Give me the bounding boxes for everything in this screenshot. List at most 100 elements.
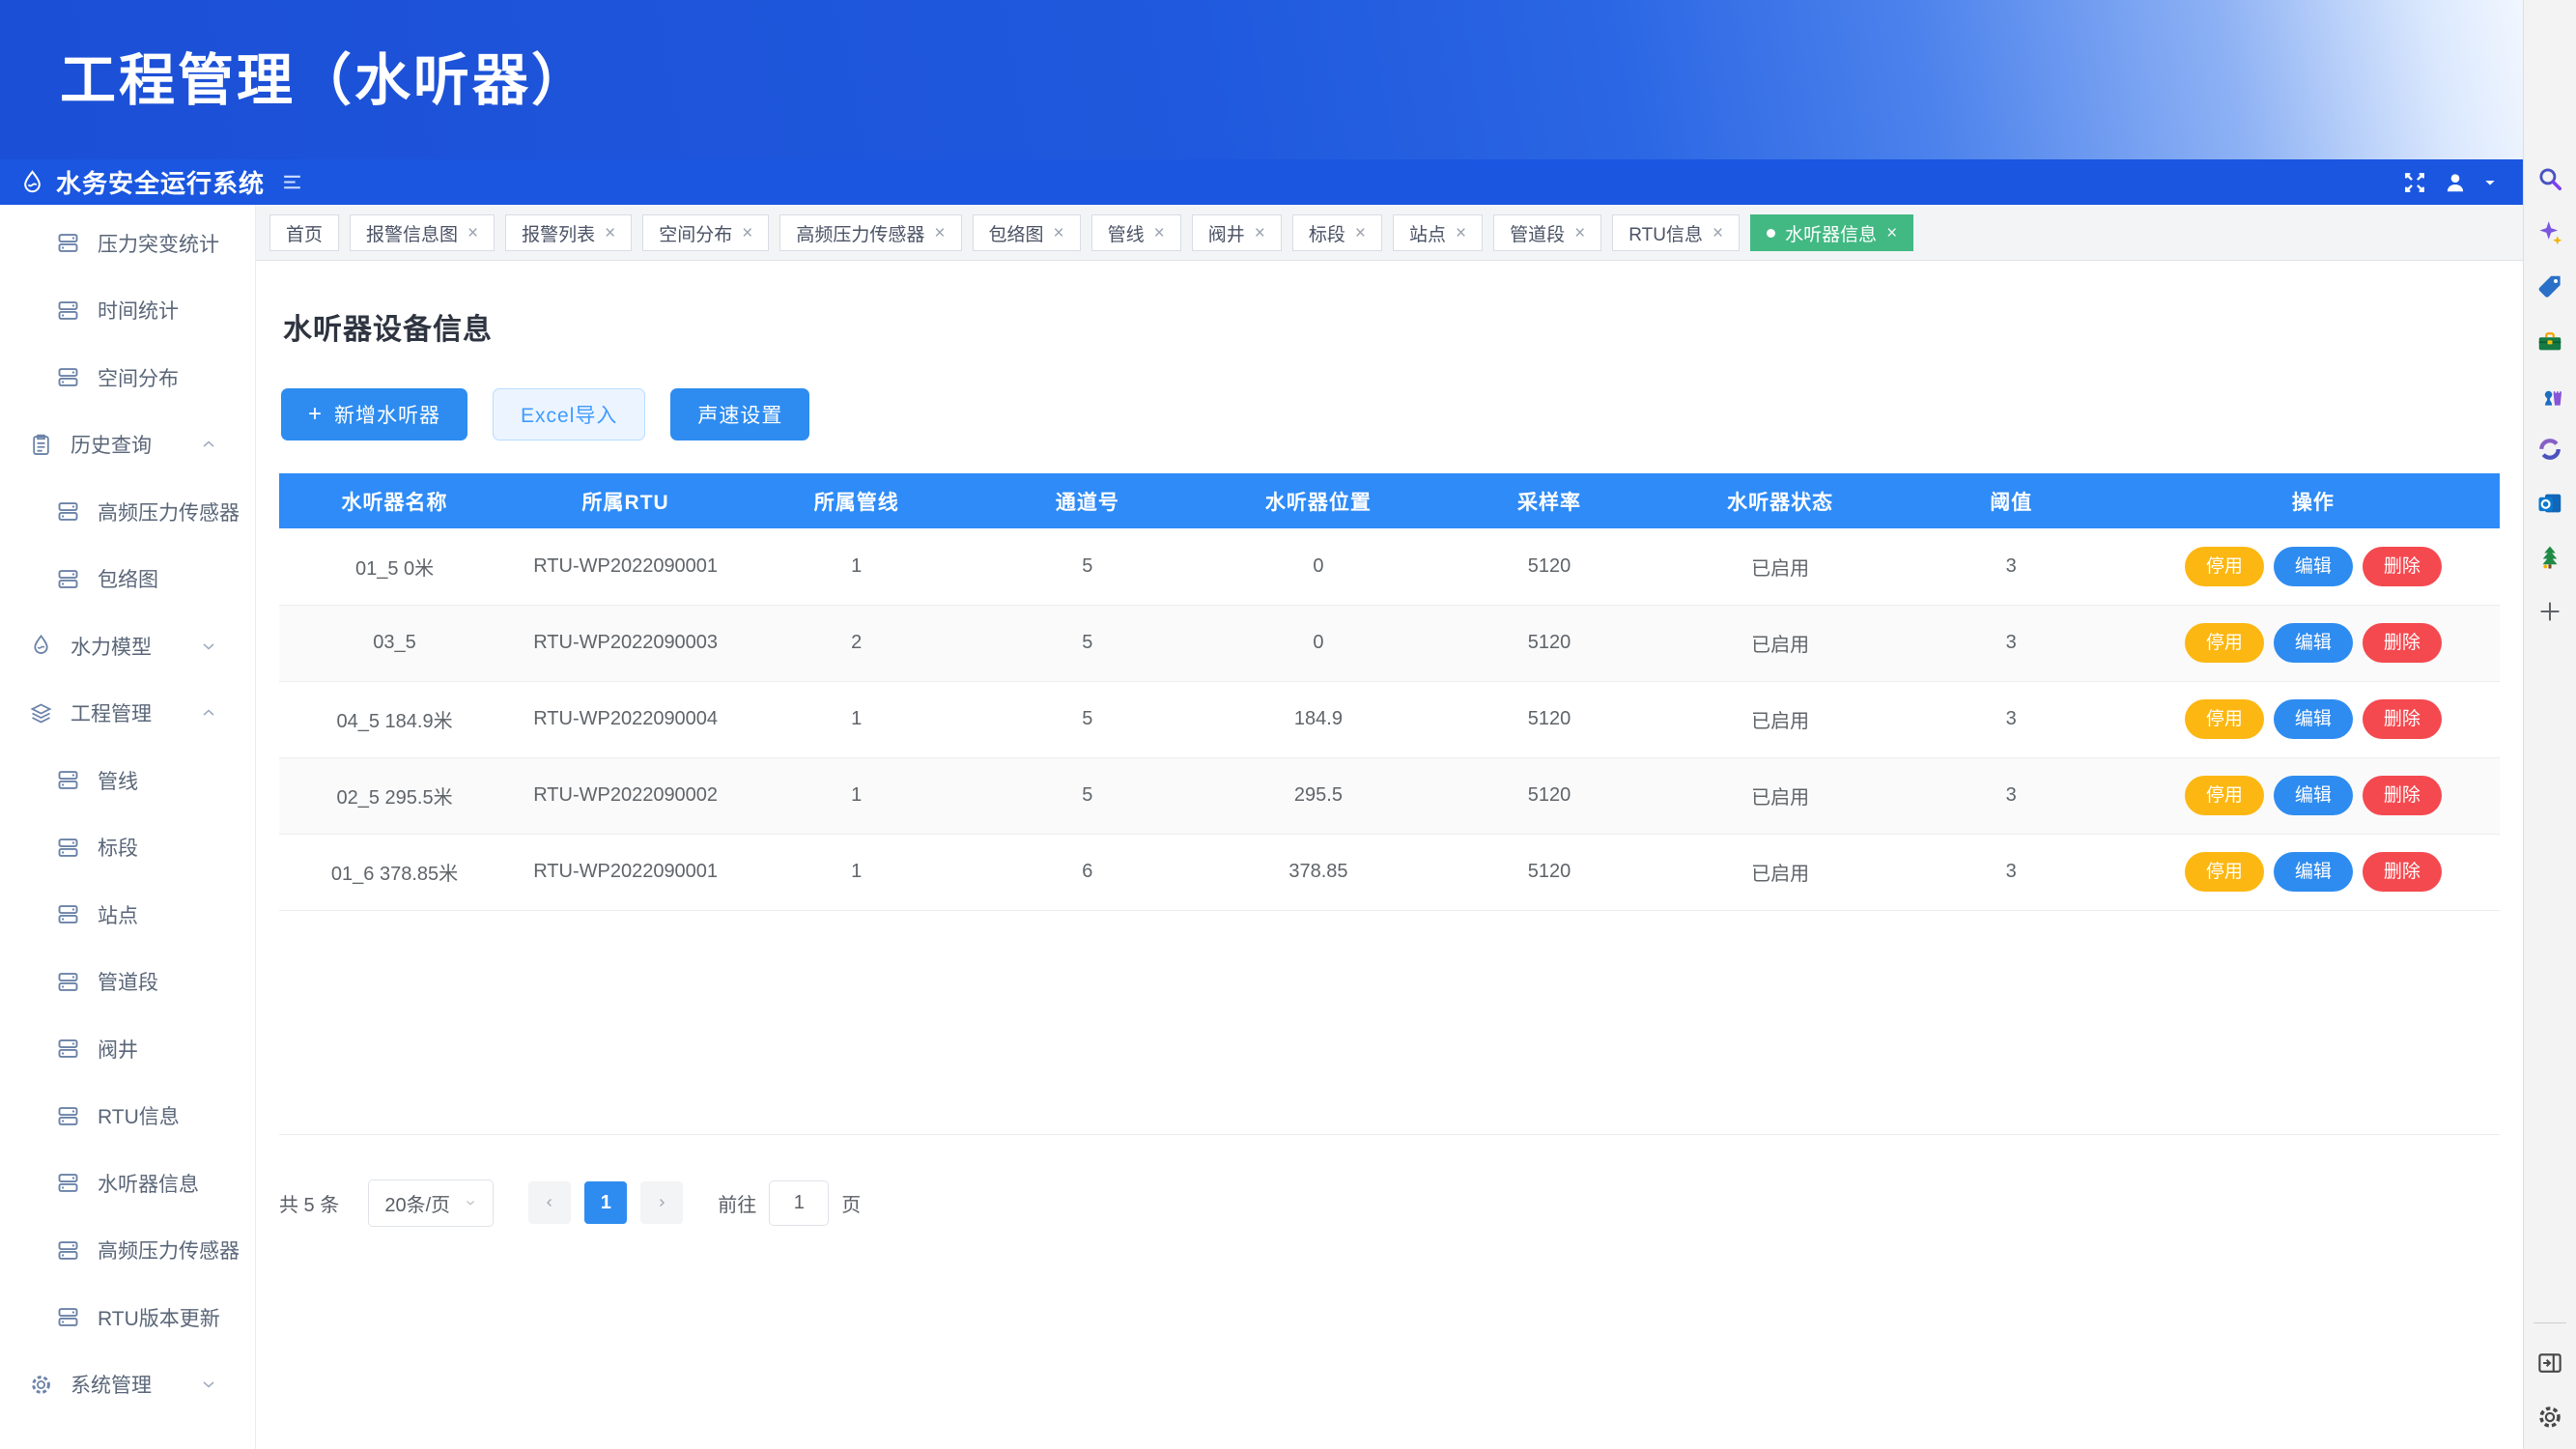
- shopping-tag-icon[interactable]: [2535, 272, 2564, 301]
- sidebar-group-hydraulic-model[interactable]: 水力模型: [0, 612, 255, 680]
- table-cell: 378.85: [1203, 834, 1433, 910]
- menu-collapse-icon[interactable]: [280, 170, 304, 194]
- close-icon[interactable]: ×: [1713, 224, 1723, 242]
- tab-valve-well[interactable]: 阀井 ×: [1192, 214, 1282, 251]
- add-hydrophone-button[interactable]: +新增水听器: [281, 388, 467, 440]
- sidebar-item-pipe-segment[interactable]: 管道段: [0, 949, 255, 1016]
- close-icon[interactable]: ×: [1255, 224, 1265, 242]
- copilot-sparkle-icon[interactable]: [2535, 218, 2564, 247]
- tab-alarm-list[interactable]: 报警列表×: [505, 214, 632, 251]
- tab-section[interactable]: 标段×: [1292, 214, 1382, 251]
- tab-alarm-info-map[interactable]: 报警信息图×: [350, 214, 495, 251]
- banner-title: 工程管理（水听器）: [0, 0, 2523, 116]
- goto-label: 前往: [718, 1189, 756, 1217]
- close-icon[interactable]: ×: [1154, 224, 1165, 242]
- sidebar-group-system-management[interactable]: 系统管理: [0, 1351, 255, 1419]
- tab-label: 阀井: [1208, 220, 1245, 246]
- goto-page-input[interactable]: [769, 1180, 829, 1226]
- sidebar-item-valve-well[interactable]: 阀井: [0, 1015, 255, 1083]
- close-icon[interactable]: ×: [1054, 224, 1064, 242]
- sound-speed-settings-button[interactable]: 声速设置: [670, 388, 809, 440]
- close-icon[interactable]: ×: [467, 224, 478, 242]
- tree-icon[interactable]: [2535, 543, 2564, 572]
- page-number-button[interactable]: 1: [584, 1181, 627, 1224]
- sidebar-item-hf-pressure-sensor[interactable]: 高频压力传感器: [0, 1217, 255, 1285]
- table-cell: RTU-WP2022090001: [510, 834, 741, 910]
- edit-button[interactable]: 编辑: [2274, 699, 2353, 739]
- toolbox-icon[interactable]: [2535, 327, 2564, 355]
- sidebar-item-time-stats[interactable]: 时间统计: [0, 277, 255, 345]
- edit-button[interactable]: 编辑: [2274, 852, 2353, 892]
- table-cell: 3: [1896, 605, 2127, 681]
- sidebar-group-history-query[interactable]: 历史查询: [0, 412, 255, 479]
- close-icon[interactable]: ×: [1456, 224, 1466, 242]
- settings-gear-icon[interactable]: [2535, 1403, 2564, 1432]
- close-icon[interactable]: ×: [1355, 224, 1366, 242]
- table-cell: RTU-WP2022090003: [510, 605, 741, 681]
- delete-button[interactable]: 删除: [2363, 776, 2442, 815]
- fullscreen-icon[interactable]: [2401, 169, 2428, 196]
- tab-pipeline[interactable]: 管线×: [1091, 214, 1181, 251]
- games-icon[interactable]: [2535, 381, 2564, 410]
- sidebar-group-engineering-management[interactable]: 工程管理: [0, 680, 255, 748]
- table-cell: 1: [741, 528, 972, 605]
- sidebar-item-rtu-version-update[interactable]: RTU版本更新: [0, 1284, 255, 1351]
- sidebar-item-section[interactable]: 标段: [0, 814, 255, 882]
- outlook-icon[interactable]: [2535, 489, 2564, 518]
- sidebar-item-pipeline[interactable]: 管线: [0, 747, 255, 814]
- tab-rtu-info[interactable]: RTU信息×: [1612, 214, 1740, 251]
- table-actions-cell: 停用编辑删除: [2127, 528, 2500, 605]
- tab-hf-pressure-sensor[interactable]: 高频压力传感器×: [779, 214, 961, 251]
- delete-button[interactable]: 删除: [2363, 699, 2442, 739]
- user-avatar-icon[interactable]: [2443, 170, 2468, 195]
- tab-station[interactable]: 站点×: [1393, 214, 1483, 251]
- col-status: 水听器状态: [1665, 473, 1896, 528]
- prev-page-button[interactable]: [528, 1181, 571, 1224]
- sidebar-item-envelope-diagram[interactable]: 包络图: [0, 546, 255, 613]
- plus-icon: +: [308, 401, 323, 428]
- page-size-select[interactable]: 20条/页: [368, 1179, 494, 1227]
- disable-button[interactable]: 停用: [2185, 699, 2264, 739]
- close-icon[interactable]: ×: [605, 224, 615, 242]
- disable-button[interactable]: 停用: [2185, 547, 2264, 586]
- sidebar-item-spatial-distribution[interactable]: 空间分布: [0, 344, 255, 412]
- microsoft-365-icon[interactable]: [2535, 435, 2564, 464]
- close-icon[interactable]: ×: [742, 224, 752, 242]
- tab-pipe-segment[interactable]: 管道段×: [1493, 214, 1601, 251]
- app-column: 工程管理（水听器） 水务安全运行系统: [0, 0, 2523, 1449]
- close-icon[interactable]: ×: [934, 224, 945, 242]
- sidebar-item-hf-pressure-sensor-history[interactable]: 高频压力传感器: [0, 478, 255, 546]
- excel-import-button[interactable]: Excel导入: [493, 388, 645, 440]
- tab-home[interactable]: 首页: [269, 214, 339, 251]
- table-cell: 03_5: [279, 605, 510, 681]
- close-icon[interactable]: ×: [1574, 224, 1585, 242]
- tab-hydrophone-info-active[interactable]: 水听器信息×: [1750, 214, 1913, 251]
- disable-button[interactable]: 停用: [2185, 776, 2264, 815]
- sidebar-item-label: 管道段: [98, 967, 158, 996]
- chevron-down-icon[interactable]: [2482, 175, 2498, 190]
- table-row: 01_6 378.85米 RTU-WP2022090001 1 6 378.85…: [279, 834, 2500, 910]
- tab-envelope-diagram[interactable]: 包络图×: [973, 214, 1081, 251]
- content-area: 水听器设备信息 +新增水听器 Excel导入 声速设置 水听器名称: [256, 261, 2523, 1449]
- add-icon[interactable]: [2535, 597, 2564, 626]
- sidebar-item-station[interactable]: 站点: [0, 881, 255, 949]
- disable-button[interactable]: 停用: [2185, 623, 2264, 663]
- table-cell: 5: [972, 681, 1203, 757]
- tab-spatial-distribution[interactable]: 空间分布×: [642, 214, 769, 251]
- sidebar-item-rtu-info[interactable]: RTU信息: [0, 1083, 255, 1151]
- edit-button[interactable]: 编辑: [2274, 776, 2353, 815]
- sidebar-item-hydrophone-info[interactable]: 水听器信息: [0, 1150, 255, 1217]
- search-icon[interactable]: [2535, 164, 2564, 193]
- sidebar-item-label: 阀井: [98, 1035, 138, 1064]
- next-page-button[interactable]: [640, 1181, 683, 1224]
- table-cell: 已启用: [1665, 528, 1896, 605]
- sidebar-item-pressure-mutation-stats[interactable]: 压力突变统计: [0, 210, 255, 277]
- edit-button[interactable]: 编辑: [2274, 547, 2353, 586]
- delete-button[interactable]: 删除: [2363, 623, 2442, 663]
- delete-button[interactable]: 删除: [2363, 547, 2442, 586]
- delete-button[interactable]: 删除: [2363, 852, 2442, 892]
- edit-button[interactable]: 编辑: [2274, 623, 2353, 663]
- close-icon[interactable]: ×: [1886, 224, 1897, 242]
- open-sidebar-icon[interactable]: [2535, 1349, 2564, 1378]
- disable-button[interactable]: 停用: [2185, 852, 2264, 892]
